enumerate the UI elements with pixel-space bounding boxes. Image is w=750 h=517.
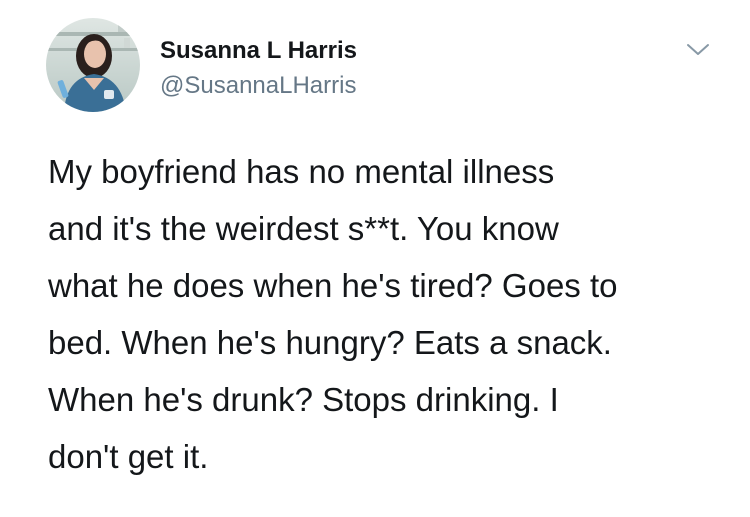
tweet-text-line: When he's drunk? Stops drinking. I — [48, 381, 559, 418]
tweet-text-line: don't get it. — [48, 438, 209, 475]
chevron-down-icon[interactable] — [684, 40, 712, 60]
avatar[interactable] — [46, 18, 140, 112]
avatar-photo — [46, 18, 140, 112]
tweet-text: My boyfriend has no mental illness and i… — [48, 143, 728, 485]
user-name[interactable]: Susanna L Harris — [160, 37, 357, 65]
tweet-text-line: My boyfriend has no mental illness — [48, 153, 555, 190]
tweet-text-line: what he does when he's tired? Goes to — [48, 267, 618, 304]
tweet-card: Susanna L Harris @SusannaLHarris My boyf… — [0, 0, 750, 517]
tweet-text-line: bed. When he's hungry? Eats a snack. — [48, 324, 612, 361]
tweet-text-line: and it's the weirdest s**t. You know — [48, 210, 559, 247]
user-handle[interactable]: @SusannaLHarris — [160, 72, 356, 100]
